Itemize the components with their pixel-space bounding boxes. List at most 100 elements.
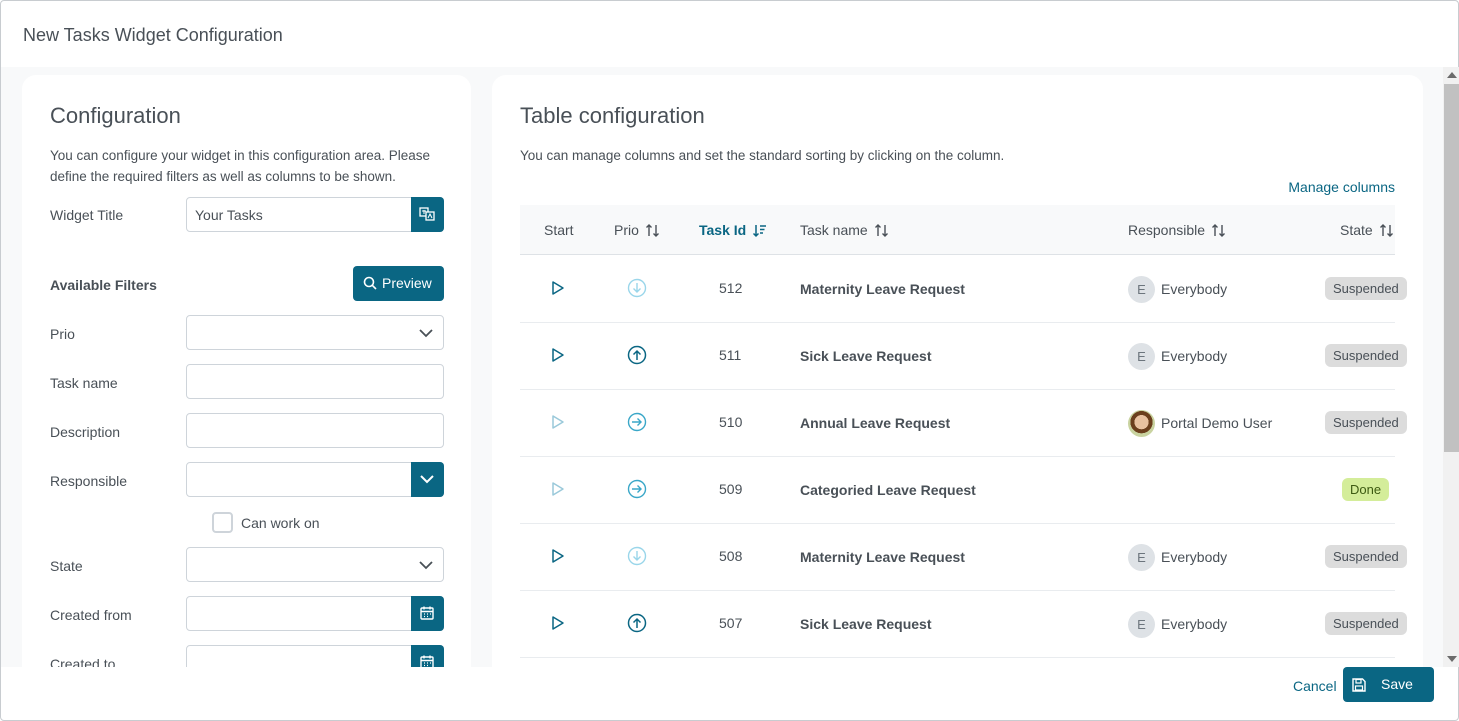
- column-state-label: State: [1340, 222, 1373, 238]
- column-prio-label: Prio: [614, 222, 639, 238]
- responsible-filter-label: Responsible: [50, 473, 128, 489]
- start-task-button[interactable]: [551, 481, 565, 500]
- configuration-panel: Configuration You can configure your wid…: [22, 75, 471, 667]
- start-task-button[interactable]: [551, 414, 565, 433]
- arrow-down-circle-icon: [627, 278, 647, 298]
- column-task-name[interactable]: Task name: [800, 222, 889, 238]
- avatar: [1128, 410, 1155, 437]
- avatar: E: [1128, 276, 1155, 303]
- widget-title-input[interactable]: Your Tasks: [186, 197, 444, 232]
- arrow-down-circle-icon: [627, 546, 647, 566]
- column-state[interactable]: State: [1340, 222, 1394, 238]
- state-badge: Suspended: [1325, 545, 1407, 568]
- avatar: E: [1128, 343, 1155, 370]
- task-id: 507: [719, 615, 743, 631]
- task-id: 509: [719, 481, 743, 497]
- created-to-input[interactable]: [186, 645, 444, 667]
- table-configuration-description: You can manage columns and set the stand…: [520, 148, 1005, 163]
- search-icon: [363, 276, 377, 290]
- table-row[interactable]: 507 Sick Leave Request E Everybody Suspended: [520, 591, 1407, 658]
- sort-descending-icon: [753, 225, 767, 238]
- task-id: 510: [719, 414, 743, 430]
- chevron-down-icon: [420, 475, 434, 484]
- scroll-down-arrow[interactable]: [1447, 656, 1457, 662]
- table-row[interactable]: 508 Maternity Leave Request E Everybody Susp…: [520, 524, 1407, 591]
- translate-icon: [419, 207, 435, 221]
- play-icon: [552, 415, 564, 429]
- responsible-filter-input[interactable]: [186, 462, 444, 497]
- responsible-dropdown-button[interactable]: [411, 462, 444, 497]
- column-prio[interactable]: Prio: [614, 222, 660, 238]
- widget-config-dialog: New Tasks Widget Configuration Configura…: [0, 0, 1459, 721]
- play-icon: [552, 281, 564, 295]
- table-row[interactable]: 510 Annual Leave Request Portal Demo User S…: [520, 390, 1407, 457]
- start-task-button[interactable]: [551, 615, 565, 634]
- column-responsible-label: Responsible: [1128, 222, 1206, 238]
- arrow-right-circle-icon: [627, 479, 647, 499]
- responsible-name: Everybody: [1161, 348, 1228, 364]
- start-task-button[interactable]: [551, 548, 565, 567]
- dialog-scrollbar[interactable]: [1443, 67, 1459, 667]
- prio-filter-label: Prio: [50, 326, 75, 342]
- scrollbar-thumb[interactable]: [1444, 84, 1459, 452]
- table-configuration-panel: Table configuration You can manage colum…: [492, 75, 1423, 667]
- arrow-up-circle-icon: [627, 345, 647, 365]
- sort-icon: [874, 224, 888, 237]
- prio-indicator: [627, 613, 647, 636]
- play-icon: [552, 348, 564, 362]
- calendar-icon: [420, 606, 434, 620]
- column-task-id[interactable]: Task Id: [699, 222, 767, 238]
- task-id: 512: [719, 280, 743, 296]
- task-name-filter-input[interactable]: [186, 364, 444, 399]
- arrow-up-circle-icon: [627, 613, 647, 633]
- configuration-description: You can configure your widget in this co…: [50, 148, 430, 184]
- available-filters-title: Available Filters: [50, 277, 157, 293]
- table-row[interactable]: 511 Sick Leave Request E Everybody Suspended: [520, 323, 1407, 390]
- save-button[interactable]: Save: [1343, 667, 1434, 702]
- can-work-on-checkbox[interactable]: [212, 512, 233, 533]
- column-task-id-label: Task Id: [699, 222, 747, 238]
- play-icon: [552, 549, 564, 563]
- prio-indicator: [627, 546, 647, 569]
- column-responsible[interactable]: Responsible: [1128, 222, 1226, 238]
- state-filter-select[interactable]: [186, 547, 444, 582]
- sort-icon: [645, 224, 659, 237]
- task-name: Annual Leave Request: [800, 415, 951, 431]
- responsible-name: Portal Demo User: [1161, 415, 1273, 431]
- responsible-name: Everybody: [1161, 549, 1228, 565]
- sort-icon: [1379, 224, 1393, 237]
- preview-button[interactable]: Preview: [353, 266, 444, 301]
- created-from-input[interactable]: [186, 596, 444, 631]
- prio-filter-select[interactable]: [186, 315, 444, 350]
- state-badge: Done: [1342, 478, 1390, 501]
- dialog-content: Configuration You can configure your wid…: [1, 67, 1443, 667]
- widget-title-label: Widget Title: [50, 207, 124, 223]
- responsible-name: Everybody: [1161, 281, 1228, 297]
- responsible-name: Everybody: [1161, 616, 1228, 632]
- description-filter-input[interactable]: [186, 413, 444, 448]
- scroll-up-arrow[interactable]: [1447, 72, 1457, 78]
- translate-button[interactable]: [411, 197, 444, 232]
- task-name: Categoried Leave Request: [800, 482, 976, 498]
- created-from-label: Created from: [50, 607, 132, 623]
- prio-indicator: [627, 412, 647, 435]
- manage-columns-link[interactable]: Manage columns: [1288, 179, 1395, 195]
- start-task-button[interactable]: [551, 280, 565, 299]
- chevron-down-icon: [419, 329, 433, 338]
- save-label: Save: [1381, 676, 1413, 692]
- start-task-button[interactable]: [551, 347, 565, 366]
- table-configuration-title: Table configuration: [520, 103, 705, 128]
- task-name: Maternity Leave Request: [800, 281, 965, 297]
- prio-indicator: [627, 278, 647, 301]
- column-start-label: Start: [544, 222, 574, 238]
- cancel-button[interactable]: Cancel: [1293, 678, 1337, 694]
- play-icon: [552, 482, 564, 496]
- created-to-calendar-button[interactable]: [411, 645, 444, 667]
- state-badge: Suspended: [1325, 612, 1407, 635]
- created-from-calendar-button[interactable]: [411, 596, 444, 631]
- column-start[interactable]: Start: [544, 222, 574, 238]
- configuration-title: Configuration: [50, 103, 181, 128]
- arrow-right-circle-icon: [627, 412, 647, 432]
- table-row[interactable]: 509 Categoried Leave Request Done: [520, 457, 1395, 524]
- table-row[interactable]: 512 Maternity Leave Request E Everybody Susp…: [520, 256, 1407, 323]
